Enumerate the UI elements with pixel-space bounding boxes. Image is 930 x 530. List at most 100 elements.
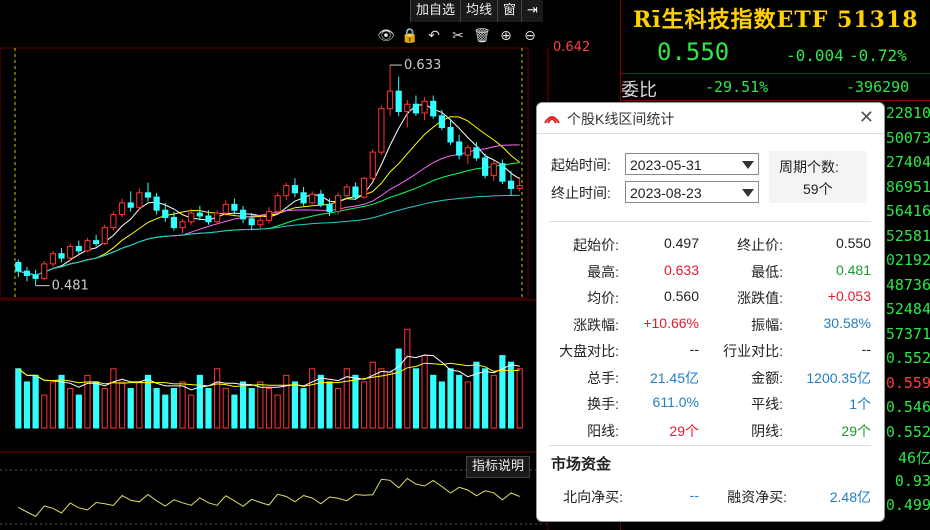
zoom-out-icon[interactable]: ⊖ xyxy=(520,26,540,46)
stat-label: 涨跌值: xyxy=(737,290,783,306)
stat-value: 29个 xyxy=(841,422,871,439)
window-button[interactable]: 窗 xyxy=(497,0,521,22)
volume-bar xyxy=(58,374,65,429)
volume-bar xyxy=(300,388,307,429)
kline-chart-area[interactable]: 0.633 0.481 加自选 均线 窗 ⇥ 👁 🔒 ↶ ✂ 🗑 ⊕ ⊖ 0.64… xyxy=(0,0,620,530)
stat-value: 0.481 xyxy=(835,261,871,278)
candle-body xyxy=(447,126,454,143)
stat-value: 21.45亿 xyxy=(649,369,699,386)
volume-bar xyxy=(291,381,299,429)
volume-bar xyxy=(231,394,238,429)
dialog-title: 个股K线区间统计 xyxy=(567,111,675,127)
scissors-icon[interactable]: ✂ xyxy=(448,26,468,46)
volume-bar xyxy=(257,381,264,429)
volume-bar xyxy=(464,381,471,429)
chart-toolbar: 加自选 均线 窗 ⇥ xyxy=(410,0,543,22)
close-icon[interactable]: ✕ xyxy=(859,107,874,128)
volume-bar xyxy=(188,394,195,429)
volume-bar xyxy=(67,388,74,429)
volume-bar xyxy=(283,374,290,429)
volume-bar xyxy=(404,328,411,429)
volume-bar xyxy=(490,374,497,429)
candle-body xyxy=(257,219,264,226)
candle-body xyxy=(430,100,437,117)
candle-body xyxy=(170,216,178,229)
zoom-in-icon[interactable]: ⊕ xyxy=(496,26,516,46)
end-time-value: 2023-08-23 xyxy=(630,185,702,201)
stat-label: 终止价: xyxy=(737,237,783,253)
stat-value: 1200.35亿 xyxy=(806,369,871,386)
period-count-box: 周期个数: 59个 xyxy=(769,151,867,203)
candle-body xyxy=(395,90,402,113)
stat-label: 行业对比: xyxy=(723,343,783,359)
indicator-help-button[interactable]: 指标说明 xyxy=(466,456,530,478)
end-time-select[interactable]: 2023-08-23 xyxy=(625,181,759,203)
volume-bar xyxy=(196,374,203,429)
volume-bar xyxy=(179,381,186,429)
start-time-select[interactable]: 2023-05-31 xyxy=(625,153,759,175)
eye-icon[interactable]: 👁 xyxy=(376,26,396,46)
margin-net-buy-label: 融资净买: xyxy=(727,489,787,505)
stat-label: 金额: xyxy=(751,369,783,386)
candle-body xyxy=(516,185,523,189)
stat-value: -- xyxy=(689,341,699,357)
kline-chart[interactable]: 0.633 0.481 xyxy=(0,0,620,530)
candle-body xyxy=(144,192,152,198)
delete-icon[interactable]: 🗑 xyxy=(472,26,492,46)
volume-bar xyxy=(205,388,212,429)
volume-bar xyxy=(326,381,333,429)
period-count-value: 59个 xyxy=(803,181,833,197)
volume-bar xyxy=(430,374,437,429)
volume-bar xyxy=(456,374,463,429)
candle-body xyxy=(179,221,186,229)
start-time-label: 起始时间: xyxy=(551,157,611,173)
candle-body xyxy=(378,108,385,153)
north-net-buy-value: -- xyxy=(689,487,699,503)
candle-body xyxy=(412,103,420,114)
indicator-line xyxy=(18,477,520,518)
candle-body xyxy=(490,163,497,176)
candle-body xyxy=(309,193,316,204)
candle-body xyxy=(136,192,143,208)
volume-bar xyxy=(447,368,454,429)
undo-icon[interactable]: ↶ xyxy=(424,26,444,46)
candle-body xyxy=(153,196,160,211)
volume-bar xyxy=(118,381,126,429)
volume-bar xyxy=(32,374,39,429)
divider xyxy=(549,445,871,446)
add-watchlist-button[interactable]: 加自选 xyxy=(410,0,460,22)
collapse-panel-button[interactable]: ⇥ xyxy=(521,0,543,22)
security-title: Rī生科技指数ETF 51318 xyxy=(633,7,919,33)
low-price-label: 0.481 xyxy=(52,279,89,294)
app-logo-icon xyxy=(544,116,560,124)
stat-label: 最高: xyxy=(587,263,619,280)
candle-body xyxy=(438,115,445,128)
start-time-value: 2023-05-31 xyxy=(630,157,702,173)
candle-body xyxy=(352,186,359,198)
candle-body xyxy=(162,209,169,218)
chevron-down-icon xyxy=(742,161,754,169)
moving-average-button[interactable]: 均线 xyxy=(460,0,497,22)
price-change-pct: -0.72% xyxy=(849,46,907,65)
stat-value: 611.0% xyxy=(652,394,699,410)
candle-body xyxy=(473,147,480,159)
volume-bar xyxy=(360,381,368,429)
candle-body xyxy=(464,147,471,156)
divider xyxy=(621,100,930,101)
volume-bar xyxy=(23,381,31,429)
stat-value: 30.58% xyxy=(823,314,871,331)
chevron-down-icon xyxy=(742,189,754,197)
divider xyxy=(549,221,871,222)
candle-body xyxy=(23,270,31,276)
ma10-line xyxy=(18,116,521,276)
candle-body xyxy=(404,103,411,113)
stat-value: 0.550 xyxy=(835,235,871,251)
volume-bar xyxy=(153,388,160,429)
stat-label: 均价: xyxy=(587,290,619,306)
candle-body xyxy=(84,240,91,252)
candle-body xyxy=(15,261,22,272)
volume-bar xyxy=(378,368,385,429)
end-time-label: 终止时间: xyxy=(551,185,611,201)
stat-label: 阳线: xyxy=(587,422,619,439)
lock-icon[interactable]: 🔒 xyxy=(400,26,420,46)
